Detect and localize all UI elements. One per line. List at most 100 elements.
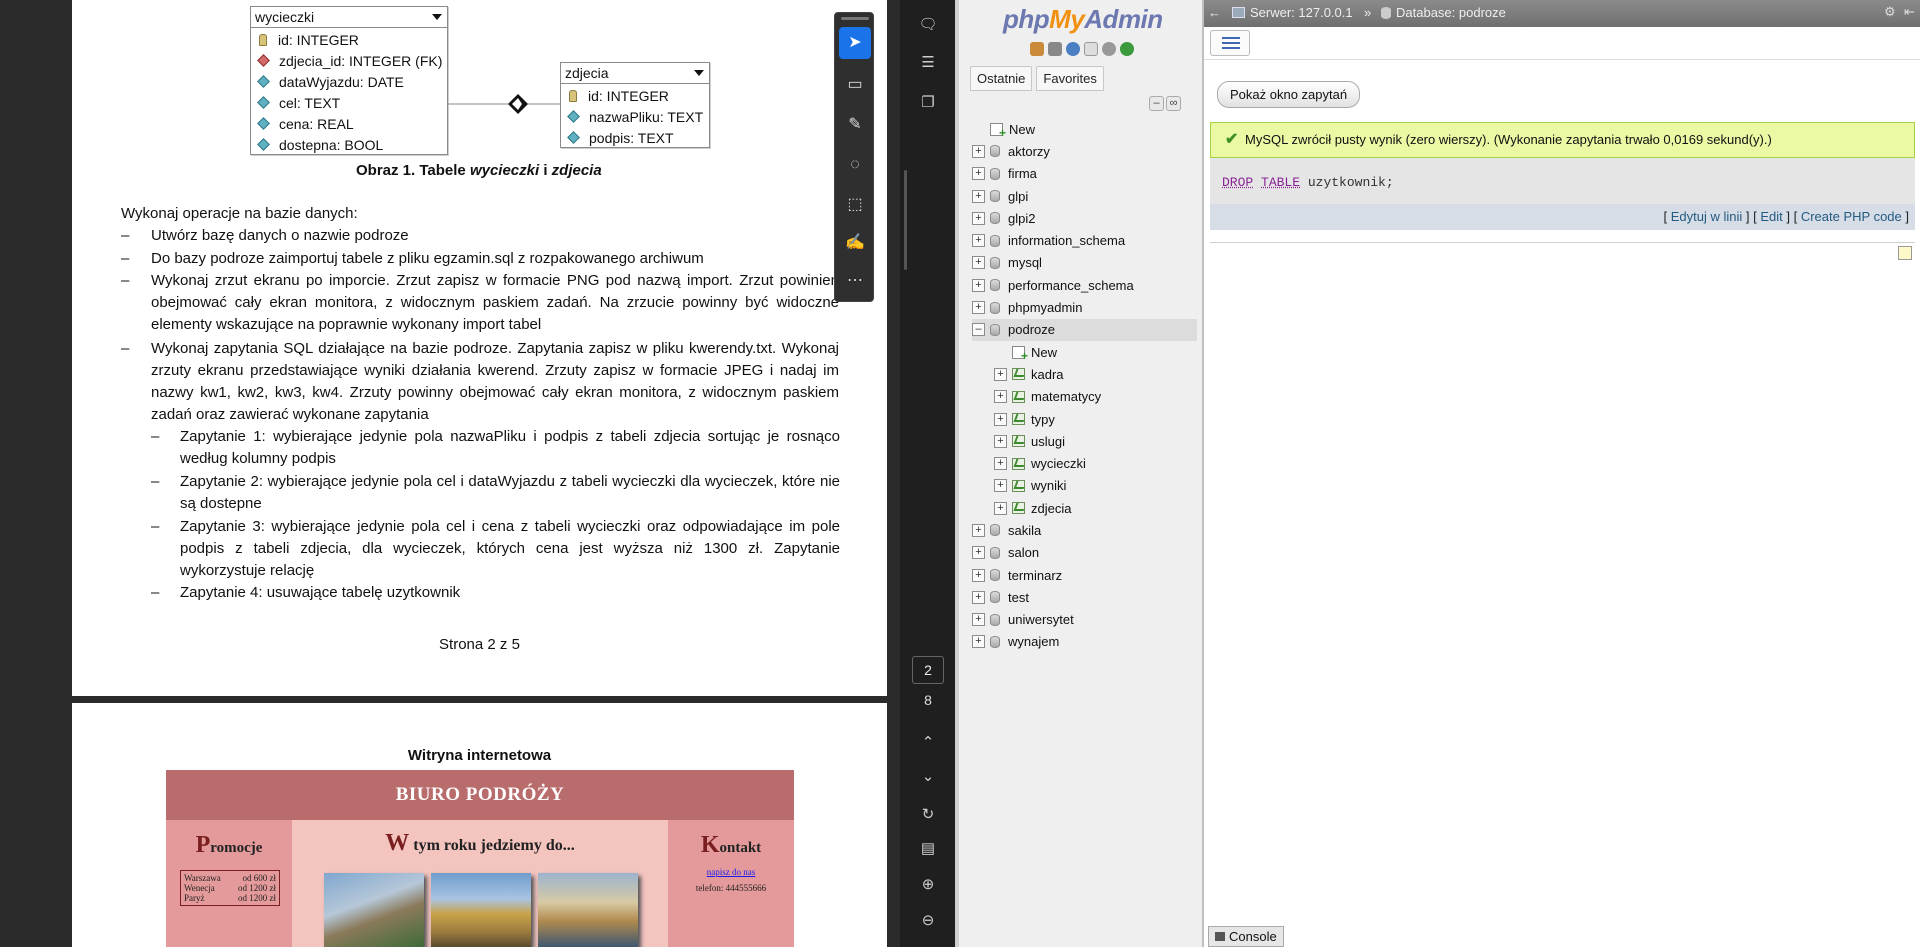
expand-icon[interactable]: +: [994, 479, 1007, 492]
back-arrow-icon[interactable]: ←: [1208, 5, 1221, 20]
expand-icon[interactable]: +: [972, 546, 985, 559]
text-select-icon[interactable]: ⬚: [839, 189, 871, 221]
zoom-in-icon[interactable]: ⊕: [913, 870, 943, 900]
tree-database-item[interactable]: + test: [972, 586, 1197, 608]
expand-icon[interactable]: +: [972, 613, 985, 626]
tree-table-item[interactable]: + typy: [972, 408, 1197, 430]
tree-table-item[interactable]: + uslugi: [972, 430, 1197, 452]
tree-database-item[interactable]: + wynajem: [972, 631, 1197, 653]
toolbar-grip[interactable]: [841, 17, 869, 20]
website-right-panel: Kontakt napisz do nas telefon: 444555666: [668, 820, 794, 947]
collapse-icon[interactable]: –: [972, 323, 985, 336]
expand-icon[interactable]: +: [972, 524, 985, 537]
tree-database-item[interactable]: + mysql: [972, 252, 1197, 274]
sign-icon[interactable]: ✍: [839, 227, 871, 259]
tree-database-item[interactable]: + phpmyadmin: [972, 296, 1197, 318]
tree-database-item[interactable]: + glpi2: [972, 207, 1197, 229]
edit-link[interactable]: Edit: [1760, 209, 1782, 224]
tree-table-item[interactable]: + kadra: [972, 363, 1197, 385]
contact-title-initial: K: [701, 832, 720, 858]
collapse-topbar-icon[interactable]: ⇤: [1904, 4, 1915, 20]
docs-icon[interactable]: [1084, 42, 1098, 56]
expand-icon[interactable]: +: [972, 569, 985, 582]
pdf-side-navigation: 🗨 ☰ ❐ 2 8 ⌃ ⌄ ↻ ▤ ⊕ ⊖: [900, 0, 955, 947]
reload-icon[interactable]: [1120, 42, 1134, 56]
tab-favorites[interactable]: Favorites: [1036, 66, 1103, 91]
bookmark-icon[interactable]: [1898, 246, 1912, 260]
settings-icon[interactable]: [1102, 42, 1116, 56]
zoom-out-icon[interactable]: ⊖: [913, 906, 943, 936]
contact-link[interactable]: napisz do nas: [668, 867, 794, 877]
success-message: ✔ MySQL zwrócił pusty wynik (zero wiersz…: [1210, 122, 1915, 158]
tree-table-item[interactable]: + zdjecia: [972, 497, 1197, 519]
promo-table: Warszawa od 600 zł Wenecja od 1200 zł Pary…: [180, 870, 280, 906]
home-icon[interactable]: [1030, 42, 1044, 56]
tree-database-item[interactable]: + sakila: [972, 519, 1197, 541]
expand-icon[interactable]: +: [994, 368, 1007, 381]
expand-icon[interactable]: +: [972, 635, 985, 648]
logout-icon[interactable]: [1048, 42, 1062, 56]
photo-parliament: [538, 873, 638, 947]
add-comment-icon[interactable]: ▭: [839, 69, 871, 101]
gear-icon[interactable]: ⚙: [1884, 4, 1896, 20]
tree-database-item[interactable]: + firma: [972, 163, 1197, 185]
breadcrumb-database[interactable]: Database: podroze: [1396, 5, 1506, 20]
tree-database-item[interactable]: + salon: [972, 542, 1197, 564]
edit-inline-link[interactable]: Edytuj w linii: [1671, 209, 1743, 224]
comments-icon[interactable]: 🗨: [913, 10, 943, 40]
tree-table-item[interactable]: + wyniki: [972, 475, 1197, 497]
more-icon[interactable]: ⋯: [839, 265, 871, 297]
expand-icon[interactable]: +: [994, 413, 1007, 426]
expand-icon[interactable]: +: [972, 190, 985, 203]
promo-city: Paryż: [184, 893, 205, 903]
chevron-up-icon[interactable]: ⌃: [913, 728, 943, 758]
create-php-link[interactable]: Create PHP code: [1801, 209, 1902, 224]
expand-icon[interactable]: +: [972, 212, 985, 225]
expand-icon[interactable]: +: [994, 502, 1007, 515]
expand-icon[interactable]: +: [972, 591, 985, 604]
bookmarks-icon[interactable]: ☰: [913, 48, 943, 78]
expand-icon[interactable]: +: [972, 167, 985, 180]
show-query-window-button[interactable]: Pokaż okno zapytań: [1217, 81, 1360, 108]
page-number-input[interactable]: 2: [912, 656, 944, 684]
chevron-down-icon[interactable]: ⌄: [913, 762, 943, 792]
breadcrumb-server[interactable]: Serwer: 127.0.0.1: [1250, 5, 1353, 20]
tree-database-item[interactable]: + aktorzy: [972, 140, 1197, 162]
phpmyadmin-logo[interactable]: phpMyAdmin: [1003, 4, 1163, 35]
refresh-icon[interactable]: ↻: [913, 800, 943, 830]
hamburger-menu-button[interactable]: [1210, 30, 1250, 56]
help-icon[interactable]: [1066, 42, 1080, 56]
sql-keyword[interactable]: DROP: [1222, 175, 1253, 190]
expand-icon[interactable]: +: [994, 457, 1007, 470]
expand-icon[interactable]: +: [972, 301, 985, 314]
expand-icon[interactable]: +: [972, 256, 985, 269]
thumbnails-icon[interactable]: ❐: [913, 88, 943, 118]
tree-database-item[interactable]: + performance_schema: [972, 274, 1197, 296]
tab-recent[interactable]: Ostatnie: [970, 66, 1032, 91]
link-icon[interactable]: ∞: [1166, 96, 1181, 111]
console-toggle[interactable]: Console: [1208, 926, 1284, 947]
tree-new-item[interactable]: New: [972, 118, 1197, 140]
collapse-all-icon[interactable]: –: [1149, 96, 1164, 111]
draw-icon[interactable]: ◌: [839, 149, 871, 181]
promo-city: Warszawa: [184, 873, 221, 883]
tree-table-item[interactable]: + matematycy: [972, 386, 1197, 408]
expand-icon[interactable]: +: [994, 390, 1007, 403]
table-icon: [1012, 391, 1025, 403]
expand-icon[interactable]: +: [972, 234, 985, 247]
highlight-icon[interactable]: ✎: [839, 109, 871, 141]
tree-database-item[interactable]: + information_schema: [972, 229, 1197, 251]
tree-table-item[interactable]: + wycieczki: [972, 452, 1197, 474]
tree-database-item[interactable]: + glpi: [972, 185, 1197, 207]
sql-keyword[interactable]: TABLE: [1261, 175, 1300, 190]
tree-database-item[interactable]: – podroze: [972, 319, 1197, 341]
cursor-icon[interactable]: ➤: [839, 27, 871, 59]
tree-new-item[interactable]: New: [972, 341, 1197, 363]
scrollbar-thumb[interactable]: [904, 170, 907, 270]
expand-icon[interactable]: +: [972, 145, 985, 158]
fit-page-icon[interactable]: ▤: [913, 834, 943, 864]
expand-icon[interactable]: +: [994, 435, 1007, 448]
tree-database-item[interactable]: + terminarz: [972, 564, 1197, 586]
expand-icon[interactable]: +: [972, 279, 985, 292]
tree-database-item[interactable]: + uniwersytet: [972, 609, 1197, 631]
